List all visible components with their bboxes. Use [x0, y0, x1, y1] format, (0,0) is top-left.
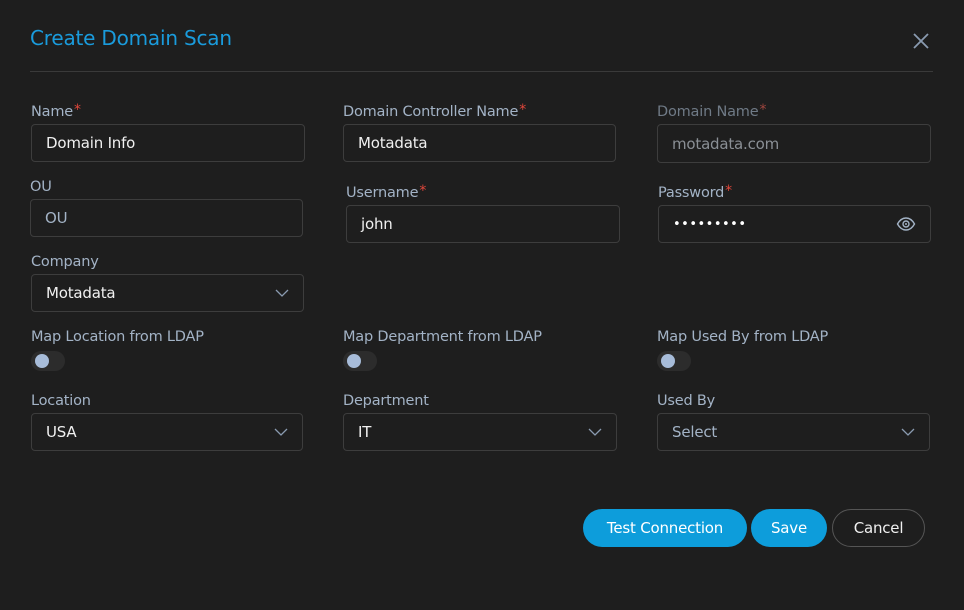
dialog-title: Create Domain Scan [30, 26, 232, 50]
close-button[interactable] [911, 31, 931, 51]
required-marker: * [419, 183, 427, 199]
username-field: Username* john [346, 183, 620, 243]
ou-placeholder: OU [45, 209, 68, 227]
toggle-knob [35, 354, 49, 368]
domain-controller-name-label: Domain Controller Name* [343, 102, 526, 120]
domain-controller-name-field: Domain Controller Name* Motadata [343, 102, 616, 162]
chevron-down-icon [274, 428, 288, 436]
map-department-ldap-label: Map Department from LDAP [343, 329, 542, 345]
location-field: Location USA [31, 391, 303, 451]
ou-input[interactable]: OU [30, 199, 303, 237]
map-department-ldap-toggle[interactable] [343, 351, 377, 371]
name-value: Domain Info [46, 134, 136, 152]
ou-field: OU OU [30, 177, 303, 237]
location-select[interactable]: USA [31, 413, 303, 451]
map-location-ldap-toggle[interactable] [31, 351, 65, 371]
company-field: Company Motadata [31, 252, 304, 312]
domain-name-label: Domain Name* [657, 102, 767, 120]
ou-label: OU [30, 179, 52, 195]
required-marker: * [759, 102, 767, 118]
map-used-by-ldap-label: Map Used By from LDAP [657, 329, 829, 345]
domain-controller-name-value: Motadata [358, 134, 428, 152]
username-label: Username* [346, 183, 427, 201]
password-label: Password* [658, 183, 732, 201]
used-by-placeholder: Select [672, 423, 718, 441]
department-label: Department [343, 393, 429, 409]
required-marker: * [725, 183, 732, 199]
domain-name-value: motadata.com [672, 134, 780, 153]
test-connection-button[interactable]: Test Connection [583, 509, 747, 547]
eye-icon[interactable] [896, 216, 916, 232]
username-value: john [361, 215, 393, 233]
required-marker: * [73, 102, 81, 118]
location-label: Location [31, 393, 91, 409]
department-field: Department IT [343, 391, 617, 451]
domain-controller-name-input[interactable]: Motadata [343, 124, 616, 162]
password-value: ••••••••• [673, 216, 747, 232]
save-button[interactable]: Save [751, 509, 827, 547]
username-input[interactable]: john [346, 205, 620, 243]
toggle-knob [347, 354, 361, 368]
used-by-label: Used By [657, 393, 716, 409]
cancel-button[interactable]: Cancel [832, 509, 925, 547]
name-input[interactable]: Domain Info [31, 124, 305, 162]
map-used-by-ldap-field: Map Used By from LDAP [657, 327, 828, 371]
name-field: Name* Domain Info [31, 102, 305, 162]
chevron-down-icon [588, 428, 602, 436]
used-by-field: Used By Select [657, 391, 930, 451]
required-marker: * [519, 102, 526, 118]
header-divider [30, 71, 933, 72]
map-location-ldap-field: Map Location from LDAP [31, 327, 204, 371]
used-by-select[interactable]: Select [657, 413, 930, 451]
map-location-ldap-label: Map Location from LDAP [31, 329, 204, 345]
chevron-down-icon [275, 289, 289, 297]
toggle-knob [661, 354, 675, 368]
close-icon [913, 33, 929, 49]
domain-name-input: motadata.com [657, 124, 931, 163]
company-select[interactable]: Motadata [31, 274, 304, 312]
map-used-by-ldap-toggle[interactable] [657, 351, 691, 371]
department-select[interactable]: IT [343, 413, 617, 451]
map-department-ldap-field: Map Department from LDAP [343, 327, 542, 371]
domain-name-field: Domain Name* motadata.com [657, 102, 931, 163]
password-field: Password* ••••••••• [658, 183, 931, 243]
password-input[interactable]: ••••••••• [658, 205, 931, 243]
department-selected-value: IT [358, 423, 372, 441]
location-selected-value: USA [46, 423, 77, 441]
company-label: Company [31, 254, 99, 270]
name-label: Name* [31, 102, 81, 120]
chevron-down-icon [901, 428, 915, 436]
company-selected-value: Motadata [46, 284, 116, 302]
